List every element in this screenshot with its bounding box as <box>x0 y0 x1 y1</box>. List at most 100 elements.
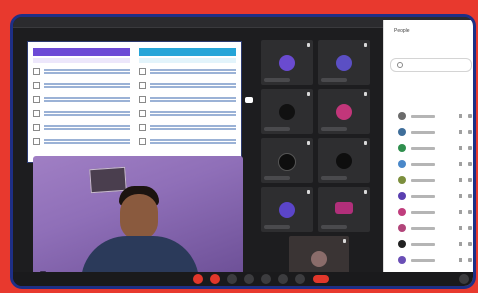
captions-button[interactable] <box>227 274 237 284</box>
avatar <box>278 153 296 171</box>
mic-icon <box>459 210 462 214</box>
avatar <box>279 104 295 120</box>
participant-tile[interactable] <box>261 40 313 85</box>
mic-icon <box>459 242 462 246</box>
avatar <box>398 256 406 264</box>
participants-panel: People <box>383 20 473 286</box>
mic-off-icon <box>307 190 310 194</box>
participant-row[interactable] <box>384 108 473 124</box>
avatar <box>398 144 406 152</box>
participant-row[interactable] <box>384 236 473 252</box>
participant-tile[interactable] <box>318 187 370 232</box>
slide-column-right <box>139 48 236 160</box>
presenter-face <box>120 194 158 240</box>
bullet-icon <box>139 96 146 103</box>
avatar <box>398 160 406 168</box>
participant-tile[interactable] <box>318 89 370 134</box>
bullet-icon <box>139 82 146 89</box>
participant-row[interactable] <box>384 220 473 236</box>
mic-icon <box>459 130 462 134</box>
slide-column-header <box>33 48 130 56</box>
participant-row[interactable] <box>384 204 473 220</box>
avatar <box>336 104 352 120</box>
participant-row[interactable] <box>384 140 473 156</box>
avatar <box>398 224 406 232</box>
bullet-icon <box>139 110 146 117</box>
mic-off-button[interactable] <box>193 274 203 284</box>
participant-tile[interactable] <box>318 138 370 183</box>
bullet-icon <box>139 138 146 145</box>
bullet-icon <box>33 82 40 89</box>
participants-panel-title: People <box>394 28 410 34</box>
participant-row[interactable] <box>384 188 473 204</box>
bullet-icon <box>33 124 40 131</box>
participant-tile[interactable] <box>261 138 313 183</box>
bullet-icon <box>33 110 40 117</box>
mic-icon <box>459 226 462 230</box>
screen-share-handle[interactable] <box>245 97 253 103</box>
bullet-icon <box>33 138 40 145</box>
mic-off-icon <box>343 239 346 243</box>
avatar <box>335 202 353 214</box>
more-icon[interactable] <box>468 226 472 230</box>
raise-hand-button[interactable] <box>244 274 254 284</box>
participant-tile[interactable] <box>318 40 370 85</box>
wall-poster <box>89 166 127 194</box>
participant-tile[interactable] <box>261 89 313 134</box>
avatar <box>279 202 295 218</box>
avatar <box>279 55 295 71</box>
shared-screen <box>27 41 242 163</box>
more-icon[interactable] <box>468 178 472 182</box>
present-button[interactable] <box>261 274 271 284</box>
avatar <box>336 153 352 169</box>
end-call-button[interactable] <box>313 275 329 283</box>
more-icon[interactable] <box>468 146 472 150</box>
avatar <box>398 192 406 200</box>
mic-off-icon <box>307 92 310 96</box>
participant-tile[interactable] <box>261 187 313 232</box>
bullet-icon <box>139 124 146 131</box>
reactions-button[interactable] <box>278 274 288 284</box>
participant-row[interactable] <box>384 156 473 172</box>
call-controls-bar <box>13 272 473 286</box>
more-icon[interactable] <box>468 242 472 246</box>
more-icon[interactable] <box>468 130 472 134</box>
mic-icon <box>459 194 462 198</box>
avatar <box>398 176 406 184</box>
more-icon[interactable] <box>468 194 472 198</box>
mic-off-icon <box>307 141 310 145</box>
participant-row[interactable] <box>384 124 473 140</box>
mic-off-icon <box>364 92 367 96</box>
search-icon <box>397 62 403 68</box>
meeting-window: People <box>10 14 476 289</box>
mic-icon <box>459 178 462 182</box>
avatar <box>398 112 406 120</box>
mic-icon <box>459 162 462 166</box>
mic-icon <box>459 114 462 118</box>
more-icon[interactable] <box>468 162 472 166</box>
participant-row[interactable] <box>384 252 473 268</box>
avatar <box>398 240 406 248</box>
mic-off-icon <box>364 190 367 194</box>
participant-search-input[interactable] <box>390 58 472 72</box>
people-button[interactable] <box>459 274 469 284</box>
camera-off-button[interactable] <box>210 274 220 284</box>
mic-icon <box>459 258 462 262</box>
mic-off-icon <box>364 141 367 145</box>
avatar <box>398 208 406 216</box>
bullet-icon <box>139 68 146 75</box>
participant-row[interactable] <box>384 172 473 188</box>
avatar <box>336 55 352 71</box>
bullet-icon <box>33 68 40 75</box>
avatar <box>398 128 406 136</box>
mic-off-icon <box>364 43 367 47</box>
more-icon[interactable] <box>468 114 472 118</box>
more-icon[interactable] <box>468 210 472 214</box>
more-options-button[interactable] <box>295 274 305 284</box>
bullet-icon <box>33 96 40 103</box>
slide-column-header <box>139 48 236 56</box>
presenter-video[interactable] <box>33 156 243 279</box>
more-icon[interactable] <box>468 258 472 262</box>
avatar <box>311 251 327 267</box>
mic-off-icon <box>307 43 310 47</box>
